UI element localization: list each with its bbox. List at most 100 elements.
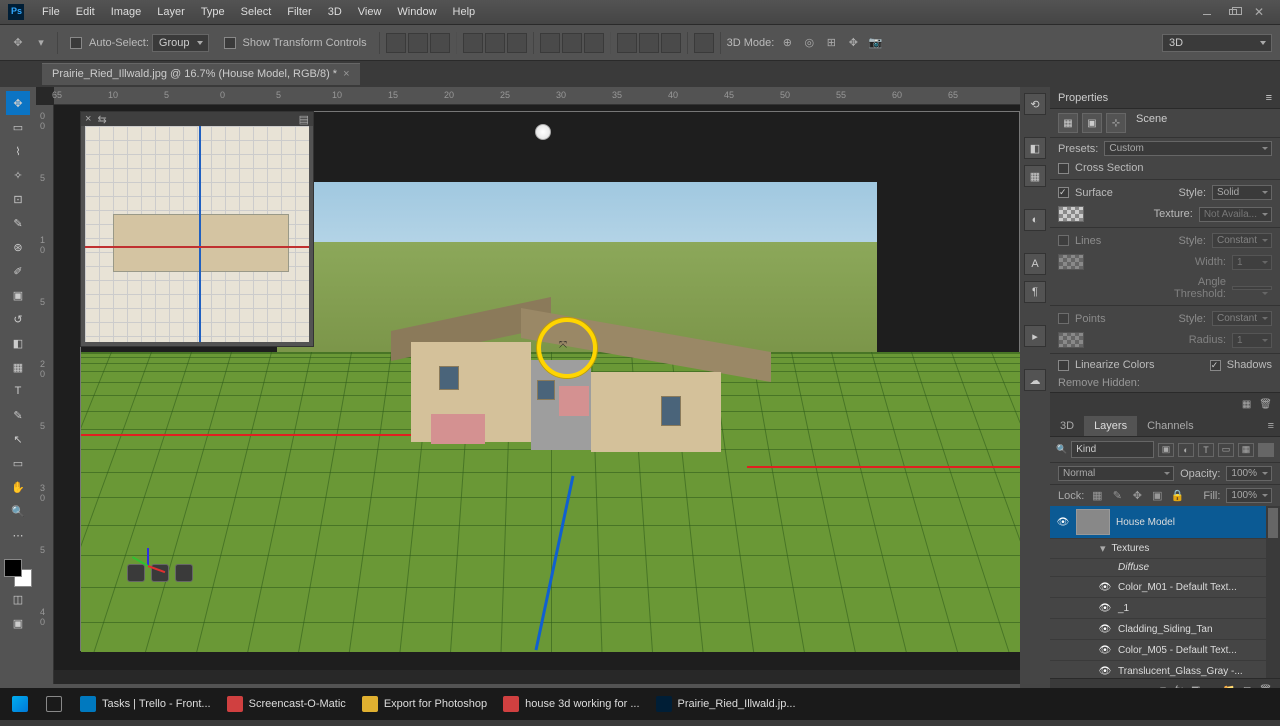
- document-tab-close[interactable]: ×: [343, 68, 349, 80]
- opacity-value[interactable]: 100%: [1226, 466, 1272, 481]
- surface-style-dropdown[interactable]: Solid: [1212, 185, 1272, 200]
- taskbar-house-3d-working-for-[interactable]: house 3d working for ...: [495, 690, 647, 718]
- align-left[interactable]: [386, 33, 406, 53]
- ruler-vertical[interactable]: 00510520530540: [36, 105, 54, 702]
- menu-help[interactable]: Help: [445, 3, 484, 21]
- taskbar-export-for-photoshop[interactable]: Export for Photoshop: [354, 690, 495, 718]
- lines-width[interactable]: 1: [1232, 255, 1272, 270]
- secondary-view[interactable]: × ⇆ ▤: [80, 111, 314, 347]
- adjustments-panel-icon[interactable]: ◐: [1024, 209, 1046, 231]
- layers-menu[interactable]: ≡: [1262, 416, 1280, 436]
- magic-wand-tool[interactable]: ✧: [6, 163, 30, 187]
- points-style-dropdown[interactable]: Constant: [1212, 311, 1272, 326]
- visibility-toggle[interactable]: [1098, 601, 1112, 615]
- presets-dropdown[interactable]: Custom: [1104, 141, 1272, 156]
- show-transform-checkbox[interactable]: [224, 37, 236, 49]
- auto-select-checkbox[interactable]: [70, 37, 82, 49]
- align-right[interactable]: [430, 33, 450, 53]
- shape-tool[interactable]: ▭: [6, 451, 30, 475]
- layer--1[interactable]: _1: [1050, 598, 1280, 619]
- lines-style-dropdown[interactable]: Constant: [1212, 233, 1272, 248]
- 3d-pan-icon[interactable]: ⊞: [821, 33, 841, 53]
- cross-section-checkbox[interactable]: [1058, 163, 1069, 174]
- lines-checkbox[interactable]: [1058, 235, 1069, 246]
- visibility-toggle[interactable]: [1098, 643, 1112, 657]
- 3d-zoom-icon[interactable]: 📷: [865, 33, 885, 53]
- visibility-toggle[interactable]: [1056, 515, 1070, 529]
- dist-right[interactable]: [661, 33, 681, 53]
- quick-mask[interactable]: ◫: [6, 587, 30, 611]
- layer-translucent-glass-gray-[interactable]: Translucent_Glass_Gray -...: [1050, 661, 1280, 678]
- layer-color-m01-default-text-[interactable]: Color_M01 - Default Text...: [1050, 577, 1280, 598]
- points-radius[interactable]: 1: [1232, 333, 1272, 348]
- 3d-axis-gizmo[interactable]: [139, 536, 179, 576]
- dist-left[interactable]: [617, 33, 637, 53]
- healing-tool[interactable]: ⊛: [6, 235, 30, 259]
- color-panel-icon[interactable]: ◧: [1024, 137, 1046, 159]
- layers-tab[interactable]: Layers: [1084, 416, 1137, 436]
- window-minimize[interactable]: [1194, 3, 1220, 21]
- prop-mesh-icon[interactable]: ▣: [1082, 113, 1102, 133]
- texture-dropdown[interactable]: Not Availa...: [1199, 207, 1272, 222]
- 3d-orbit-icon[interactable]: ⊕: [777, 33, 797, 53]
- lock-artboard[interactable]: ▣: [1150, 489, 1164, 503]
- properties-menu[interactable]: ≡: [1266, 92, 1272, 104]
- menu-filter[interactable]: Filter: [279, 3, 319, 21]
- linearize-checkbox[interactable]: [1058, 360, 1069, 371]
- eyedropper-tool[interactable]: ✎: [6, 211, 30, 235]
- dist-hcenter[interactable]: [639, 33, 659, 53]
- fill-value[interactable]: 100%: [1226, 488, 1272, 503]
- 3d-roll-icon[interactable]: ◎: [799, 33, 819, 53]
- layer-filter-kind[interactable]: Kind: [1071, 441, 1154, 458]
- paragraph-panel-icon[interactable]: ¶: [1024, 281, 1046, 303]
- render-icon[interactable]: ▦: [1242, 399, 1251, 410]
- filter-smart[interactable]: ▦: [1238, 443, 1254, 457]
- marquee-tool[interactable]: ▭: [6, 115, 30, 139]
- surface-checkbox[interactable]: [1058, 187, 1069, 198]
- document-tab[interactable]: Prairie_Ried_Illwald.jpg @ 16.7% (House …: [42, 63, 360, 85]
- tool-preset-dropdown[interactable]: ▾: [31, 33, 51, 53]
- align-bottom[interactable]: [507, 33, 527, 53]
- history-brush-tool[interactable]: ↺: [6, 307, 30, 331]
- window-maximize[interactable]: [1220, 3, 1246, 21]
- foreground-color[interactable]: [4, 559, 22, 577]
- workspace-switcher[interactable]: 3D: [1162, 34, 1272, 52]
- channels-tab[interactable]: Channels: [1137, 416, 1203, 436]
- menu-type[interactable]: Type: [193, 3, 233, 21]
- filter-adjust[interactable]: ◐: [1178, 443, 1194, 457]
- secondary-view-menu[interactable]: ▤: [299, 113, 309, 126]
- menu-3d[interactable]: 3D: [320, 3, 350, 21]
- 3d-tab[interactable]: 3D: [1050, 416, 1084, 436]
- menu-edit[interactable]: Edit: [68, 3, 103, 21]
- menu-view[interactable]: View: [350, 3, 390, 21]
- lock-position[interactable]: ✥: [1130, 489, 1144, 503]
- visibility-toggle[interactable]: [1098, 580, 1112, 594]
- secondary-view-close[interactable]: ×: [85, 113, 91, 125]
- auto-align[interactable]: [694, 33, 714, 53]
- delete-prop-icon[interactable]: 🗑: [1259, 399, 1272, 410]
- type-tool[interactable]: T: [6, 379, 30, 403]
- prop-coords-icon[interactable]: ⊹: [1106, 113, 1126, 133]
- start-button[interactable]: [4, 690, 36, 718]
- dist-top[interactable]: [540, 33, 560, 53]
- path-select-tool[interactable]: ↖: [6, 427, 30, 451]
- layer-color-m05-default-text-[interactable]: Color_M05 - Default Text...: [1050, 640, 1280, 661]
- secondary-view-swap[interactable]: ⇆: [97, 113, 106, 126]
- canvas[interactable]: ⤧ × ⇆ ▤: [54, 105, 1020, 670]
- layer-diffuse[interactable]: Diffuse: [1050, 559, 1280, 577]
- 3d-slide-icon[interactable]: ✥: [843, 33, 863, 53]
- lines-color-swatch[interactable]: [1058, 254, 1084, 270]
- auto-select-target[interactable]: Group: [152, 34, 209, 52]
- layer-house-model[interactable]: House Model: [1050, 506, 1280, 539]
- menu-window[interactable]: Window: [389, 3, 444, 21]
- eraser-tool[interactable]: ◧: [6, 331, 30, 355]
- prop-scene-icon[interactable]: ▦: [1058, 113, 1078, 133]
- move-tool[interactable]: ✥: [6, 91, 30, 115]
- color-swatches[interactable]: [4, 559, 32, 587]
- menu-layer[interactable]: Layer: [149, 3, 193, 21]
- points-checkbox[interactable]: [1058, 313, 1069, 324]
- dist-bottom[interactable]: [584, 33, 604, 53]
- align-vcenter[interactable]: [485, 33, 505, 53]
- hand-tool[interactable]: ✋: [6, 475, 30, 499]
- taskbar-prairie-ried-illwald-jp-[interactable]: Prairie_Ried_Illwald.jp...: [648, 690, 804, 718]
